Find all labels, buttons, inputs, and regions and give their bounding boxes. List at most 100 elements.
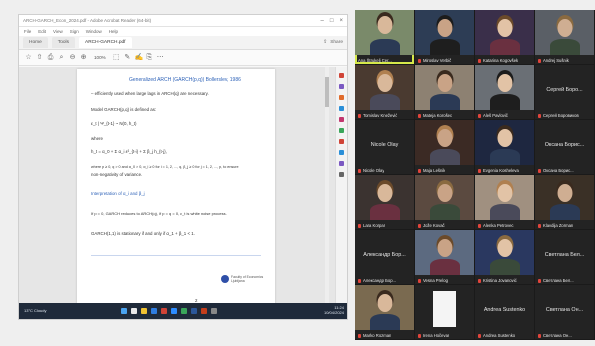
fit-page-icon[interactable]: ⬚ bbox=[113, 54, 120, 61]
participant-tile[interactable]: Maja Lešnik bbox=[415, 120, 474, 174]
redact-icon[interactable] bbox=[339, 139, 344, 144]
file-explorer-icon[interactable] bbox=[140, 308, 147, 314]
participant-tile[interactable]: Andrea Sustenko Andrea Sustenko bbox=[475, 285, 534, 339]
mic-muted-icon bbox=[478, 333, 481, 338]
zoom-in-icon[interactable]: ⊕ bbox=[80, 54, 87, 61]
menu-help[interactable]: Help bbox=[109, 29, 118, 34]
participant-video bbox=[475, 10, 534, 55]
menu-edit[interactable]: Edit bbox=[38, 29, 46, 34]
export-pdf-icon[interactable] bbox=[339, 73, 344, 78]
mic-muted-icon bbox=[538, 113, 541, 118]
participant-display-name: Оксана Борис... bbox=[544, 142, 585, 148]
weather-widget[interactable]: 13°C Cloudy bbox=[24, 308, 47, 314]
edge-icon[interactable] bbox=[150, 308, 157, 314]
upload-icon[interactable]: ⇧ bbox=[36, 54, 43, 61]
participant-display-name: Andrea Sustenko bbox=[483, 307, 526, 313]
tab-document[interactable]: ARCH-GARCH.pdf bbox=[79, 37, 132, 48]
stamp-icon[interactable]: ⎘ bbox=[146, 54, 153, 61]
participant-tile[interactable]: Vesna Prelog bbox=[415, 230, 474, 284]
tab-tools[interactable]: Tools bbox=[51, 37, 75, 48]
excel-icon[interactable] bbox=[180, 308, 187, 314]
zoom-level[interactable]: 100% bbox=[91, 55, 109, 60]
acrobat-icon[interactable] bbox=[160, 308, 167, 314]
search-icon[interactable]: ⌕ bbox=[58, 54, 65, 61]
start-icon[interactable] bbox=[120, 308, 127, 314]
more-icon[interactable]: ⋯ bbox=[157, 54, 164, 61]
participant-tile[interactable]: Miroslav Verbič bbox=[415, 10, 474, 64]
maximize-icon[interactable]: □ bbox=[330, 18, 334, 24]
organize-pages-icon[interactable] bbox=[339, 128, 344, 133]
participant-tile[interactable]: Irena Hočevar bbox=[415, 285, 474, 339]
mic-muted-icon bbox=[418, 333, 421, 338]
participant-video bbox=[475, 120, 534, 165]
doc-line: ε_t | Ψ_{t-1} ~ N(0, h_t) bbox=[91, 121, 137, 126]
participant-tile[interactable]: Сергей Боро... Сергей Боровиков bbox=[535, 65, 594, 119]
create-pdf-icon[interactable] bbox=[339, 95, 344, 100]
scroll-thumb[interactable] bbox=[325, 77, 329, 107]
participant-tile[interactable]: Mateja Korošec bbox=[415, 65, 474, 119]
window-titlebar[interactable]: ARCH-GARCH_Econ_2024.pdf - Adobe Acrobat… bbox=[19, 15, 347, 27]
mic-muted-icon bbox=[538, 278, 541, 283]
participant-tile[interactable]: Katarina Kogovšek bbox=[475, 10, 534, 64]
zoom-out-icon[interactable]: ⊖ bbox=[69, 54, 76, 61]
pdf-page[interactable]: Generalized ARCH (GARCH(p,q)) Bollerslev… bbox=[77, 69, 275, 305]
more-tools-icon[interactable] bbox=[339, 172, 344, 177]
participant-tile[interactable]: Оксана Борис... Оксана Борис... bbox=[535, 120, 594, 174]
participant-name: Сергей Боровиков bbox=[538, 113, 579, 118]
tab-home[interactable]: Home bbox=[23, 37, 48, 48]
participant-tile[interactable]: Andrej Sušnik bbox=[535, 10, 594, 64]
document-scrollbar[interactable] bbox=[325, 67, 329, 305]
document-area[interactable]: Generalized ARCH (GARCH(p,q)) Bollerslev… bbox=[19, 67, 337, 305]
participant-tile[interactable]: Alenka Petrovec bbox=[475, 175, 534, 229]
fill-sign-icon[interactable] bbox=[339, 161, 344, 166]
protect-icon[interactable] bbox=[339, 150, 344, 155]
comment-tool-icon[interactable] bbox=[339, 106, 344, 111]
participant-video bbox=[415, 175, 474, 220]
system-tray[interactable]: 11:24 10/04/2024 bbox=[324, 306, 344, 315]
participant-name: Александр Бор... bbox=[358, 278, 396, 283]
combine-files-icon[interactable] bbox=[339, 117, 344, 122]
sign-icon[interactable]: ✍ bbox=[135, 54, 144, 61]
participant-tile[interactable]: Evgenia Kosheleva bbox=[475, 120, 534, 174]
shared-screen[interactable]: ARCH-GARCH_Econ_2024.pdf - Adobe Acrobat… bbox=[18, 14, 348, 320]
participant-tile[interactable]: Lara Korpar bbox=[355, 175, 414, 229]
powerpoint-icon[interactable] bbox=[200, 308, 207, 314]
participant-tile[interactable]: Tomislav Knežević bbox=[355, 65, 414, 119]
participant-video bbox=[415, 65, 474, 110]
participant-display-name: Nicole Olay bbox=[370, 142, 399, 148]
participant-name: Marko Rozman bbox=[358, 333, 391, 338]
word-icon[interactable] bbox=[190, 308, 197, 314]
participant-video bbox=[355, 65, 414, 110]
mic-muted-icon bbox=[358, 278, 361, 283]
app-icon[interactable] bbox=[210, 308, 217, 314]
participant-video bbox=[415, 10, 474, 55]
doc-line: GARCH(1,1) is stationary if and only if … bbox=[91, 231, 195, 236]
participant-tile[interactable]: Ana Štrukelj Cer... bbox=[355, 10, 414, 64]
print-icon[interactable]: ⎙ bbox=[47, 54, 54, 61]
participant-name: Оксана Борис... bbox=[538, 168, 574, 173]
participant-name: Irena Hočevar bbox=[418, 333, 449, 338]
participant-tile[interactable]: Светлана Бел... Светлана Бел... bbox=[535, 230, 594, 284]
minimize-icon[interactable]: – bbox=[321, 18, 324, 24]
bookmark-icon[interactable]: ☆ bbox=[25, 54, 32, 61]
participant-name: Evgenia Kosheleva bbox=[478, 168, 519, 173]
edit-pdf-icon[interactable] bbox=[339, 84, 344, 89]
menu-view[interactable]: View bbox=[53, 29, 63, 34]
participant-tile[interactable]: Kristina Jovanović bbox=[475, 230, 534, 284]
participant-tile[interactable]: Aleš Pavlovič bbox=[475, 65, 534, 119]
close-icon[interactable]: × bbox=[339, 18, 343, 24]
participant-tile[interactable]: Nicole Olay Nicole Olay bbox=[355, 120, 414, 174]
menu-window[interactable]: Window bbox=[86, 29, 102, 34]
share-button[interactable]: ⇪ Share bbox=[323, 40, 343, 45]
comment-icon[interactable]: ✎ bbox=[124, 54, 131, 61]
participant-tile[interactable]: Marko Rozman bbox=[355, 285, 414, 339]
participant-tile[interactable]: Jože Kovač bbox=[415, 175, 474, 229]
participant-tile[interactable]: Светлана Он... Светлана Он... bbox=[535, 285, 594, 339]
menu-sign[interactable]: Sign bbox=[70, 29, 79, 34]
participant-tile[interactable]: Александр Бор... Александр Бор... bbox=[355, 230, 414, 284]
participant-tile[interactable]: Klavdija Zorman bbox=[535, 175, 594, 229]
search-taskbar-icon[interactable] bbox=[130, 308, 137, 314]
zoom-app-icon[interactable] bbox=[170, 308, 177, 314]
menu-file[interactable]: File bbox=[24, 29, 31, 34]
participant-video bbox=[415, 230, 474, 275]
